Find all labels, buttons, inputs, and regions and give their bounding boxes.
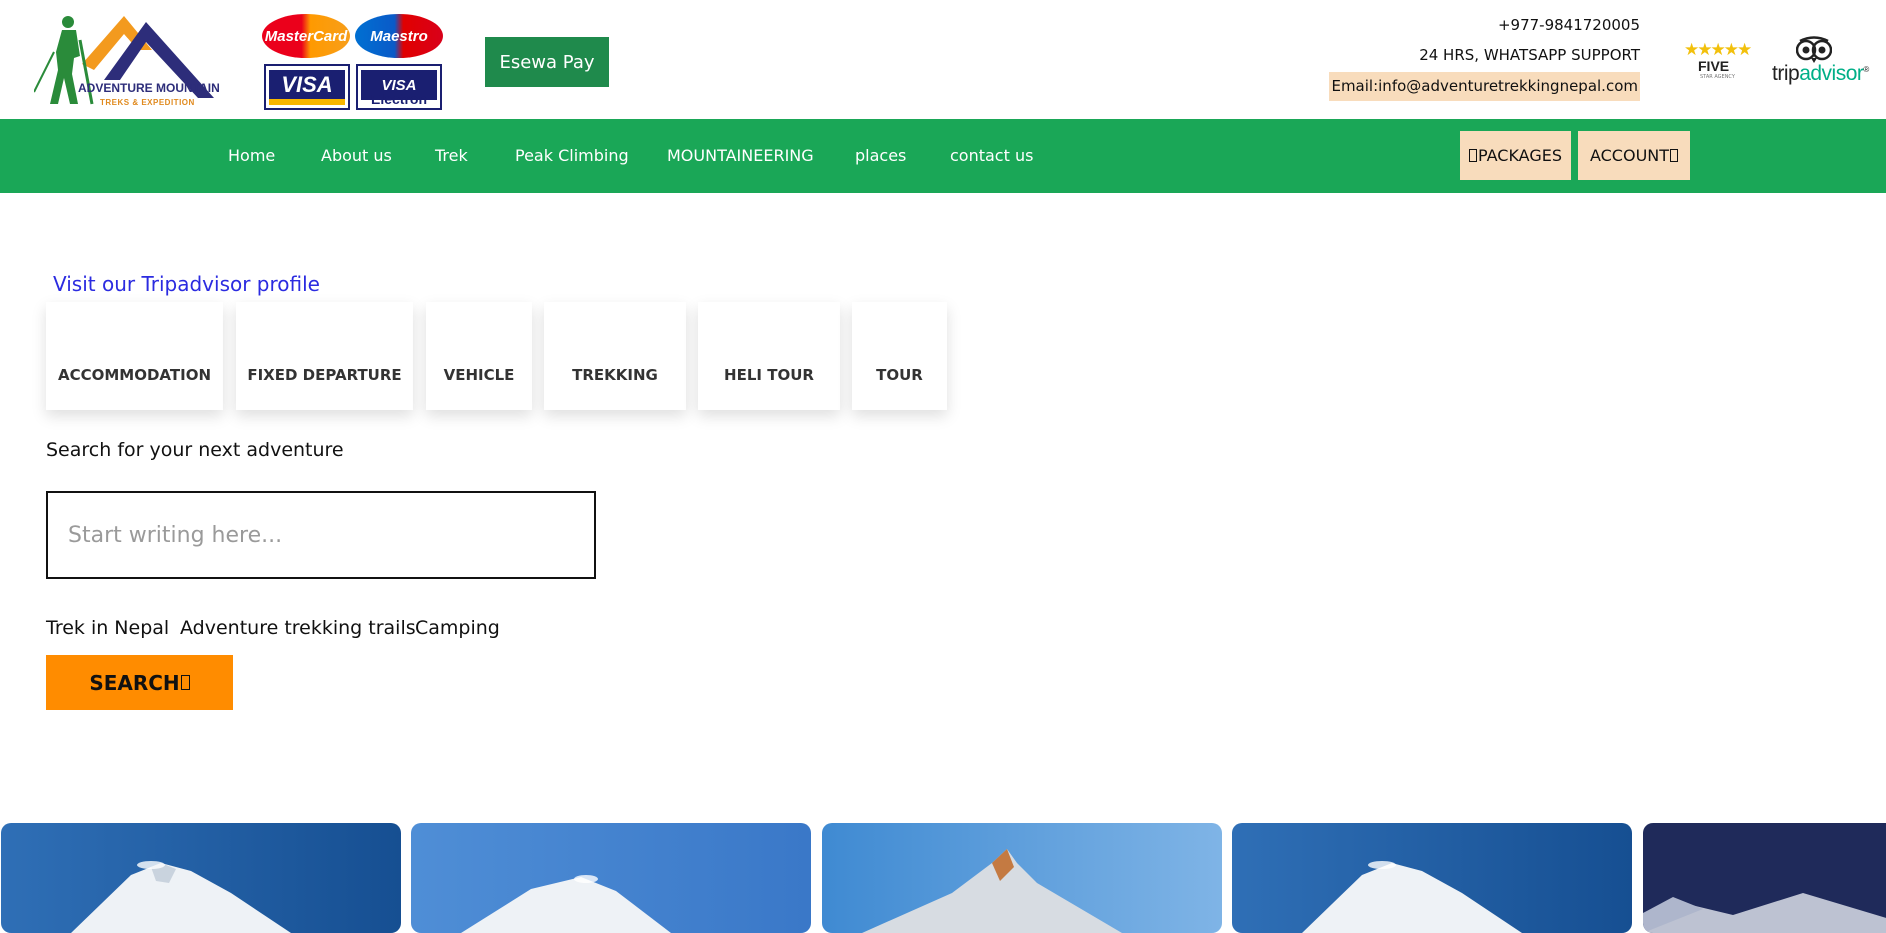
five-star-word: FIVE (1698, 58, 1730, 74)
tripadvisor-word-advisor: advisor (1799, 62, 1864, 85)
tripadvisor-profile-link[interactable]: Visit our Tripadvisor profile (53, 272, 320, 296)
contact-info: +977-9841720005 24 HRS, WHATSAPP SUPPORT… (1329, 12, 1640, 102)
phone-number[interactable]: +977-9841720005 (1329, 12, 1640, 42)
visa-logo: VISA (264, 64, 350, 110)
account-label: ACCOUNT (1589, 146, 1670, 165)
gallery-tile-everest-2[interactable] (411, 823, 811, 933)
visa-electron-logo: VISA Electron (356, 64, 442, 110)
brand-name: ADVENTURE MOUNTAIN (78, 81, 220, 95)
brand-logo[interactable]: ADVENTURE MOUNTAIN TREKS & EXPEDITION (33, 12, 224, 116)
tripadvisor-logo[interactable]: tripadvisor® (1770, 36, 1869, 88)
nav-peak-climbing[interactable]: Peak Climbing (515, 119, 629, 193)
gallery-tile-night-peak[interactable] (1643, 823, 1886, 933)
search-button-label: SEARCH (89, 670, 180, 695)
mountain-photo (1, 823, 401, 933)
tag-trek-in-nepal[interactable]: Trek in Nepal (46, 617, 169, 639)
nav-places[interactable]: places (855, 119, 906, 193)
category-fixed-departure[interactable]: FIXED DEPARTURE (236, 302, 413, 410)
nav-trek[interactable]: Trek (435, 119, 468, 193)
whatsapp-support: 24 HRS, WHATSAPP SUPPORT (1419, 46, 1640, 64)
maestro-label: Maestro (370, 27, 428, 45)
category-accommodation[interactable]: ACCOMMODATION (46, 302, 223, 410)
nav-contact-us[interactable]: contact us (950, 119, 1033, 193)
maestro-logo: Maestro (355, 14, 443, 58)
tripadvisor-reg: ® (1863, 65, 1869, 74)
nav-mountaineering[interactable]: MOUNTAINEERING (667, 119, 814, 193)
top-header: ADVENTURE MOUNTAIN TREKS & EXPEDITION Ma… (0, 0, 1886, 119)
five-star-badge: ★★★★★ FIVE STAR AGENCY (1680, 36, 1762, 84)
mastercard-logo: MasterCard (262, 14, 350, 58)
star-icon: ★★★★★ (1684, 40, 1752, 60)
account-icon (1670, 149, 1679, 162)
mountain-photo (411, 823, 811, 933)
packages-button[interactable]: PACKAGES (1460, 131, 1571, 180)
brand-tagline: TREKS & EXPEDITION (100, 98, 195, 107)
five-star-sub: STAR AGENCY (1700, 74, 1735, 80)
packages-label: PACKAGES (1478, 146, 1562, 165)
main-nav: Home About us Trek Peak Climbing MOUNTAI… (0, 119, 1886, 193)
category-heli-tour[interactable]: HELI TOUR (698, 302, 840, 410)
visa-electron-label-2: Electron (370, 91, 427, 107)
account-button[interactable]: ACCOUNT (1578, 131, 1690, 180)
search-icon (180, 675, 190, 690)
nav-about-us[interactable]: About us (321, 119, 392, 193)
tag-adventure-trekking-trails[interactable]: Adventure trekking trails (180, 617, 416, 639)
tripadvisor-word-trip: trip (1772, 62, 1800, 85)
packages-icon (1469, 149, 1477, 162)
email-address[interactable]: Email:info@adventuretrekkingnepal.com (1329, 72, 1640, 101)
mountain-photo (822, 823, 1222, 933)
gallery-tile-everest-3[interactable] (1232, 823, 1632, 933)
category-vehicle[interactable]: VEHICLE (426, 302, 532, 410)
mountain-photo (1232, 823, 1632, 933)
tag-camping[interactable]: Camping (415, 617, 500, 639)
search-input[interactable] (46, 491, 596, 579)
gallery-tile-machapuchare[interactable] (822, 823, 1222, 933)
payment-cards: MasterCard Maestro VISA VISA Electron (262, 12, 446, 112)
visa-label: VISA (281, 72, 333, 97)
esewa-pay-button[interactable]: Esewa Pay (485, 37, 609, 87)
mastercard-label: MasterCard (264, 27, 348, 45)
mountain-photo (1643, 823, 1886, 933)
gallery-tile-everest-1[interactable] (1, 823, 401, 933)
category-trekking[interactable]: TREKKING (544, 302, 686, 410)
search-label: Search for your next adventure (46, 439, 344, 461)
search-button[interactable]: SEARCH (46, 655, 233, 710)
category-tour[interactable]: TOUR (852, 302, 947, 410)
tripadvisor-owl-icon (1796, 36, 1832, 63)
nav-home[interactable]: Home (228, 119, 275, 193)
